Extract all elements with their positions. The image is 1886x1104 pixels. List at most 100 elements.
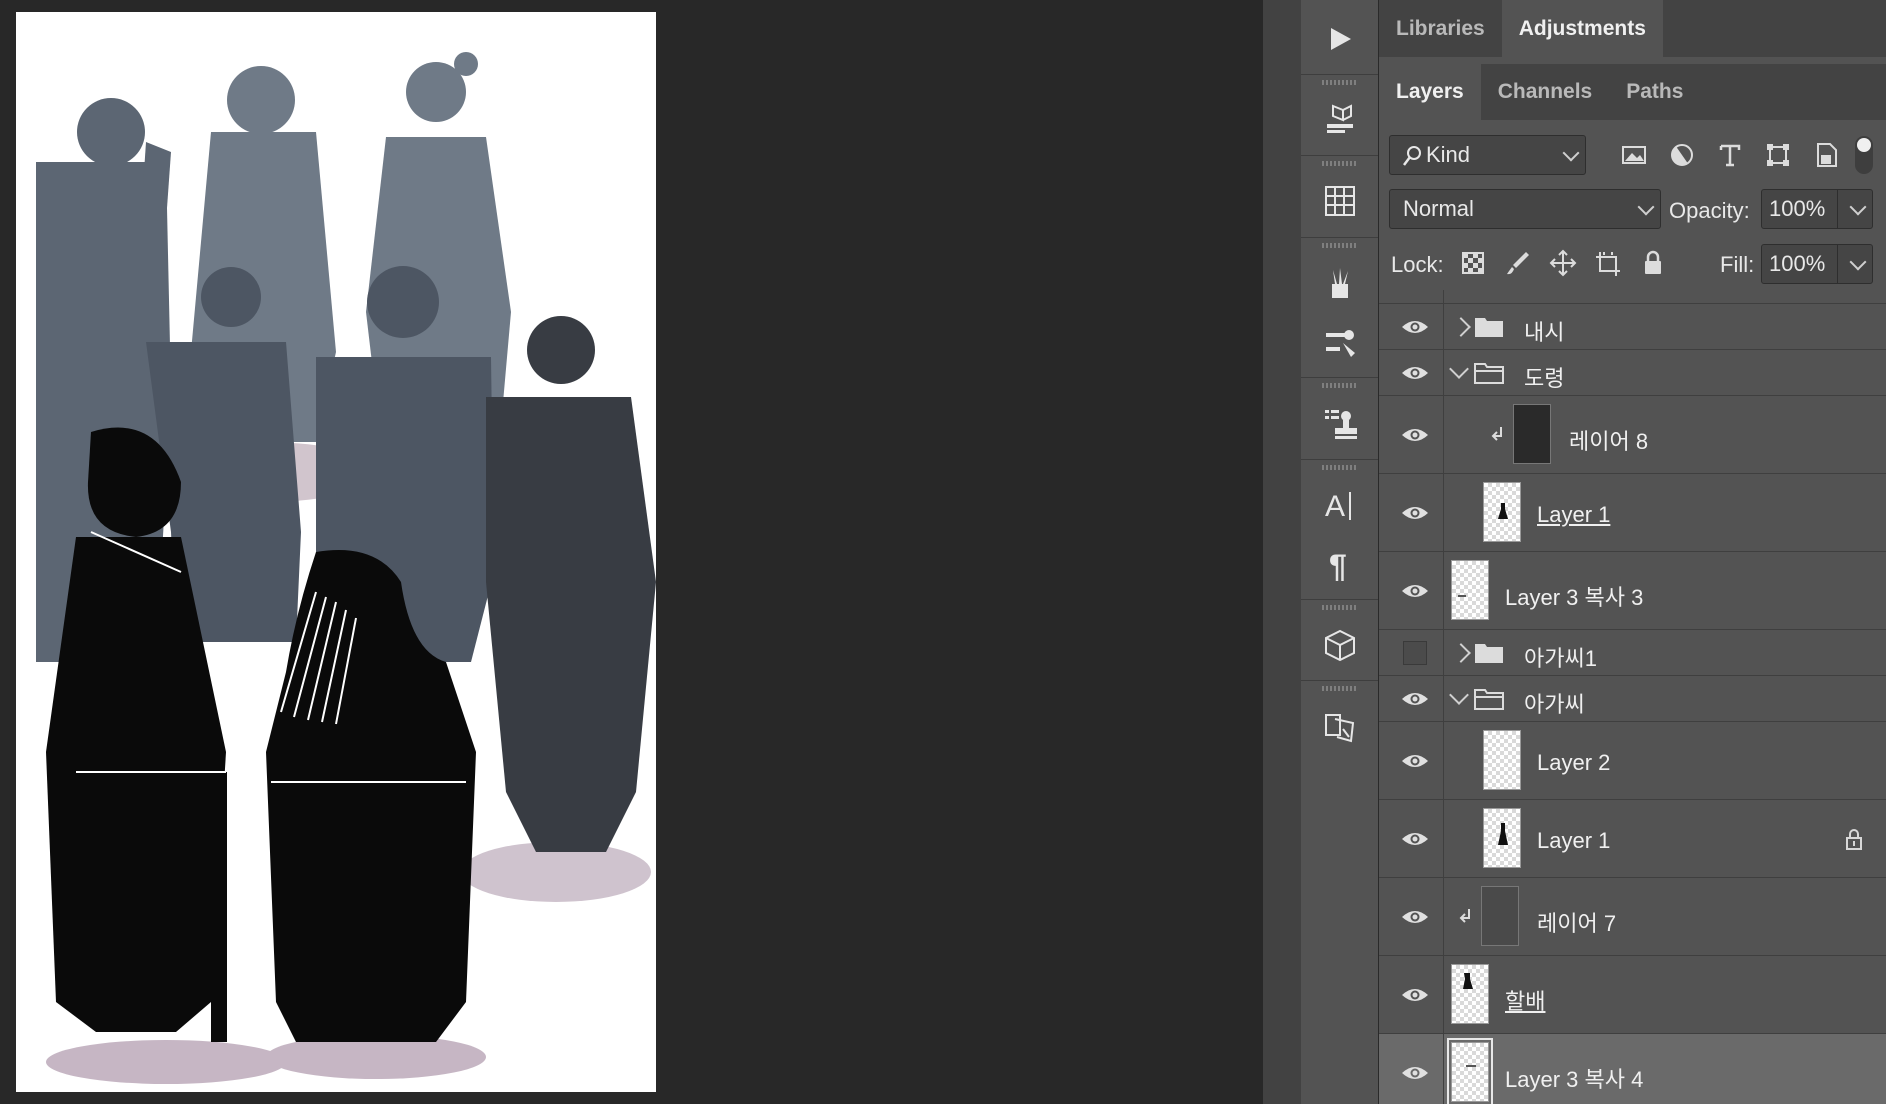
tab-libraries[interactable]: Libraries — [1379, 0, 1502, 57]
filter-pixel-button[interactable] — [1620, 141, 1648, 169]
tab-adjustments[interactable]: Adjustments — [1501, 0, 1663, 57]
filter-smart-object-button[interactable] — [1812, 141, 1840, 169]
chevron-down-icon — [1849, 198, 1867, 216]
layer-name[interactable]: 할배 — [1505, 984, 1545, 1016]
layer-name[interactable]: Layer 3 복사 3 — [1505, 580, 1643, 612]
layer-name[interactable]: Layer 1 — [1537, 828, 1610, 854]
filter-shape-button[interactable] — [1764, 141, 1792, 169]
lock-artboard-button[interactable] — [1594, 249, 1622, 277]
panel-gutter — [1263, 0, 1302, 1104]
fill-field[interactable]: 100% — [1761, 244, 1873, 284]
brushes-button[interactable] — [1301, 254, 1378, 312]
layer-row-halbae[interactable]: 할배 — [1379, 956, 1886, 1034]
layer-thumbnail — [1483, 482, 1521, 542]
eye-icon[interactable] — [1401, 690, 1429, 708]
layer-row-layer3-copy4[interactable]: Layer 3 복사 4 — [1379, 1034, 1886, 1104]
tab-layers[interactable]: Layers — [1379, 64, 1481, 120]
transform-icon — [1324, 714, 1354, 743]
layer-row-group-agassi1[interactable]: 아가씨1 — [1379, 630, 1886, 676]
visibility-off-box[interactable] — [1403, 641, 1427, 665]
layer-row-group-agassi[interactable]: 아가씨 — [1379, 676, 1886, 722]
brush-cup-icon — [1331, 268, 1348, 298]
timeline-button[interactable] — [1301, 697, 1378, 755]
blend-mode-select[interactable]: Normal — [1389, 189, 1661, 229]
layer-name[interactable]: 아가씨 — [1524, 687, 1585, 719]
layer-row-group-naesi[interactable]: 내시 — [1379, 304, 1886, 350]
play-icon — [1330, 28, 1351, 50]
layer-name[interactable]: Layer 3 복사 4 — [1505, 1062, 1643, 1094]
opacity-label: Opacity: — [1669, 198, 1750, 223]
artboard-icon — [1596, 252, 1620, 276]
lock-position-button[interactable] — [1549, 249, 1577, 277]
move-icon — [1549, 249, 1577, 277]
layer-name[interactable]: 레이어 7 — [1537, 906, 1616, 938]
folder-open-icon — [1474, 360, 1504, 384]
eye-icon[interactable] — [1401, 582, 1429, 600]
eye-icon[interactable] — [1401, 504, 1429, 522]
brush-settings-button[interactable] — [1301, 313, 1378, 371]
layer-row-layer1-doryeong[interactable]: Layer 1 — [1379, 474, 1886, 552]
eye-icon[interactable] — [1401, 1064, 1429, 1082]
chevron-right-icon[interactable] — [1451, 643, 1471, 663]
play-action-button[interactable] — [1301, 10, 1378, 68]
lock-all-button[interactable] — [1639, 249, 1667, 277]
layer-name[interactable]: Layer 2 — [1537, 750, 1610, 776]
chevron-down-icon — [1849, 253, 1867, 271]
eye-icon[interactable] — [1401, 908, 1429, 926]
layer-thumbnail — [1483, 808, 1521, 868]
layer-name[interactable]: 내시 — [1524, 315, 1564, 347]
chevron-right-icon[interactable] — [1451, 317, 1471, 337]
eye-icon[interactable] — [1401, 986, 1429, 1004]
3d-layer-icon — [1326, 104, 1353, 133]
lock-transparent-button[interactable] — [1459, 249, 1487, 277]
sliders-icon — [1325, 330, 1355, 357]
filter-adjustment-button[interactable] — [1668, 141, 1696, 169]
layer-row-group-doryeong[interactable]: 도령 — [1379, 350, 1886, 396]
brush-icon — [1507, 252, 1529, 275]
layer-row-layer3-copy3[interactable]: Layer 3 복사 3 — [1379, 552, 1886, 630]
layers-list[interactable]: 내시 도령 레이어 8 Layer 1 Layer 3 복사 3 아가씨1 아가… — [1379, 290, 1886, 1104]
filter-type-button[interactable] — [1716, 141, 1744, 169]
clone-source-button[interactable] — [1301, 394, 1378, 452]
layer-name[interactable]: 아가씨1 — [1524, 641, 1597, 673]
3d-panel-button[interactable] — [1301, 616, 1378, 674]
opacity-field[interactable]: 100% — [1761, 189, 1873, 229]
chevron-down-icon[interactable] — [1449, 685, 1469, 705]
layer-row-layer7[interactable]: 레이어 7 — [1379, 878, 1886, 956]
lock-label: Lock: — [1391, 252, 1444, 277]
layer-thumbnail — [1481, 886, 1519, 946]
paragraph-button[interactable]: ¶ — [1301, 535, 1378, 593]
image-icon — [1622, 146, 1646, 164]
clipping-mask-icon — [1459, 908, 1473, 924]
eye-icon[interactable] — [1401, 318, 1429, 336]
eye-icon[interactable] — [1401, 752, 1429, 770]
eye-icon[interactable] — [1401, 830, 1429, 848]
layer-row-layer1-agassi[interactable]: Layer 1 — [1379, 800, 1886, 878]
layer-name[interactable]: 레이어 8 — [1569, 424, 1648, 456]
filter-kind-select[interactable]: Kind — [1389, 135, 1586, 175]
3d-materials-button[interactable] — [1301, 90, 1378, 148]
stamp-icon — [1324, 410, 1357, 439]
filter-toggle[interactable] — [1855, 136, 1873, 174]
layer-name[interactable]: 도령 — [1524, 361, 1564, 393]
filter-toggle-knob — [1857, 138, 1871, 152]
illustration — [36, 52, 656, 1084]
chevron-down-icon[interactable] — [1449, 359, 1469, 379]
document-canvas-area[interactable] — [0, 0, 1263, 1104]
eye-icon[interactable] — [1401, 364, 1429, 382]
lock-image-button[interactable] — [1504, 249, 1532, 277]
layer-row-layer2[interactable]: Layer 2 — [1379, 722, 1886, 800]
layer-row-layer8[interactable]: 레이어 8 — [1379, 396, 1886, 474]
grid-icon — [1324, 186, 1355, 216]
tab-paths[interactable]: Paths — [1609, 64, 1700, 120]
top-tab-bar: Libraries Adjustments — [1379, 0, 1886, 57]
layer-name[interactable]: Layer 1 — [1537, 502, 1610, 528]
swatches-button[interactable] — [1301, 172, 1378, 230]
tab-channels[interactable]: Channels — [1481, 64, 1610, 120]
character-button[interactable]: A — [1301, 476, 1378, 534]
artwork-canvas[interactable] — [16, 12, 656, 1092]
tab-channels-label: Channels — [1497, 80, 1593, 103]
search-icon — [1403, 146, 1421, 166]
eye-icon[interactable] — [1401, 426, 1429, 444]
svg-text:¶: ¶ — [1329, 548, 1347, 581]
